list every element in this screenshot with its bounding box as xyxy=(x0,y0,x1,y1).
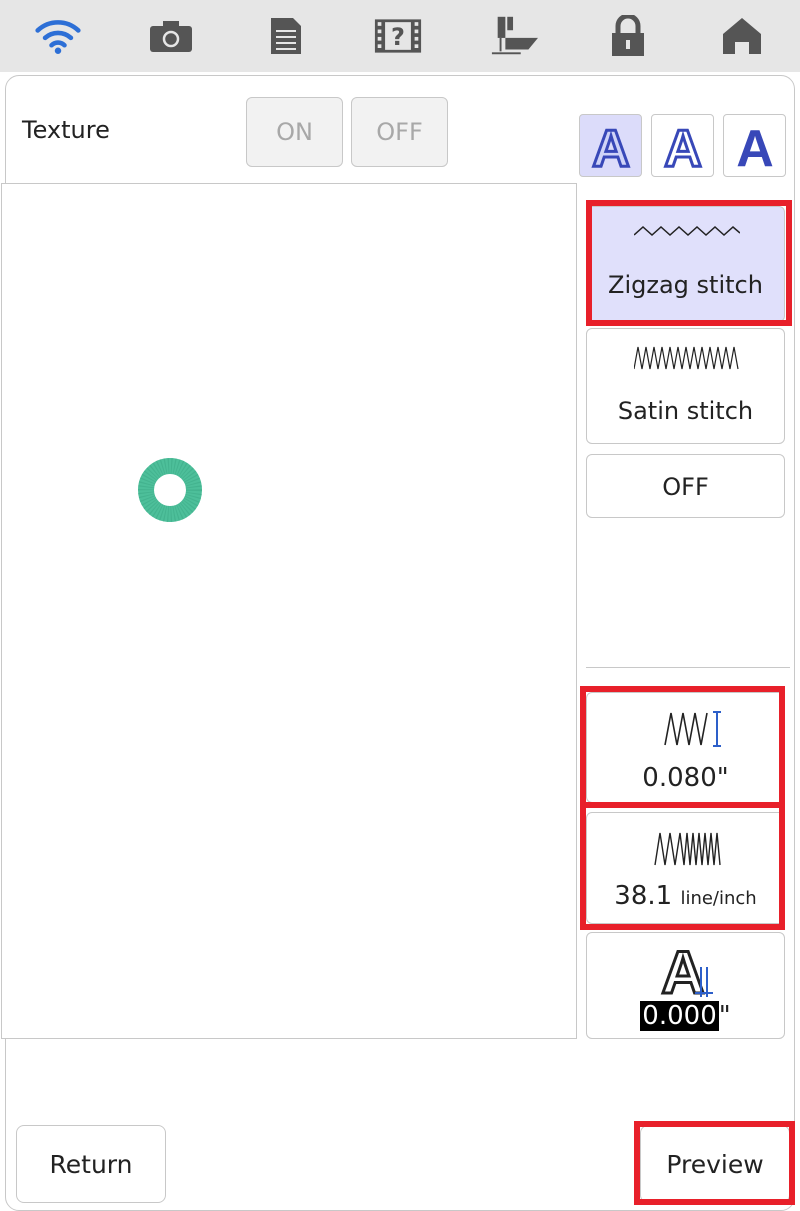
zigzag-icon xyxy=(634,225,740,237)
stitch-off-label: OFF xyxy=(662,473,709,501)
font-style-glyph: A xyxy=(736,120,774,173)
font-style-glyph: A xyxy=(664,120,702,173)
svg-text:A: A xyxy=(661,939,704,999)
font-style-solid-button[interactable]: A xyxy=(723,114,786,177)
satin-stitch-button[interactable]: Satin stitch xyxy=(586,328,785,444)
text-offset-unit: " xyxy=(718,1001,731,1031)
text-offset-button[interactable]: A 0.000" xyxy=(586,932,785,1039)
stitch-width-icon xyxy=(664,711,721,747)
satin-stitch-icon xyxy=(634,346,739,370)
texture-on-button[interactable]: ON xyxy=(246,97,343,167)
stitch-width-button[interactable]: 0.080" xyxy=(586,692,785,803)
texture-off-button[interactable]: OFF xyxy=(351,97,448,167)
stitch-density-button[interactable]: 38.1 line/inch xyxy=(586,812,785,924)
divider xyxy=(586,667,790,668)
font-style-outline-bold-button[interactable]: A xyxy=(579,114,642,177)
ring-stitch-shape xyxy=(138,458,202,522)
preview-button[interactable]: Preview xyxy=(640,1125,790,1203)
lock-icon[interactable] xyxy=(604,12,652,60)
stitch-density-value: 38.1 xyxy=(614,881,673,911)
zigzag-stitch-label: Zigzag stitch xyxy=(608,271,763,299)
document-icon[interactable] xyxy=(262,12,310,60)
stitch-width-value: 0.080" xyxy=(642,763,729,793)
embroidery-canvas[interactable] xyxy=(1,183,577,1039)
top-toolbar: ? xyxy=(0,0,800,72)
texture-label: Texture xyxy=(22,116,110,144)
font-style-outline-button[interactable]: A xyxy=(651,114,714,177)
text-offset-value: 0.000 xyxy=(640,1001,719,1031)
satin-stitch-label: Satin stitch xyxy=(617,397,754,425)
sewing-foot-icon[interactable] xyxy=(490,12,538,60)
home-icon[interactable] xyxy=(718,12,766,60)
stitch-off-button[interactable]: OFF xyxy=(586,454,785,518)
svg-text:?: ? xyxy=(391,23,405,51)
camera-icon[interactable] xyxy=(147,12,195,60)
help-film-icon[interactable]: ? xyxy=(374,12,422,60)
return-button[interactable]: Return xyxy=(16,1125,166,1203)
zigzag-stitch-button[interactable]: Zigzag stitch xyxy=(586,206,785,322)
text-offset-icon: A xyxy=(660,939,713,999)
font-style-glyph: A xyxy=(592,120,630,173)
stitch-density-unit: line/inch xyxy=(680,888,757,909)
stitch-density-icon xyxy=(654,832,721,866)
wifi-icon[interactable] xyxy=(34,12,82,60)
